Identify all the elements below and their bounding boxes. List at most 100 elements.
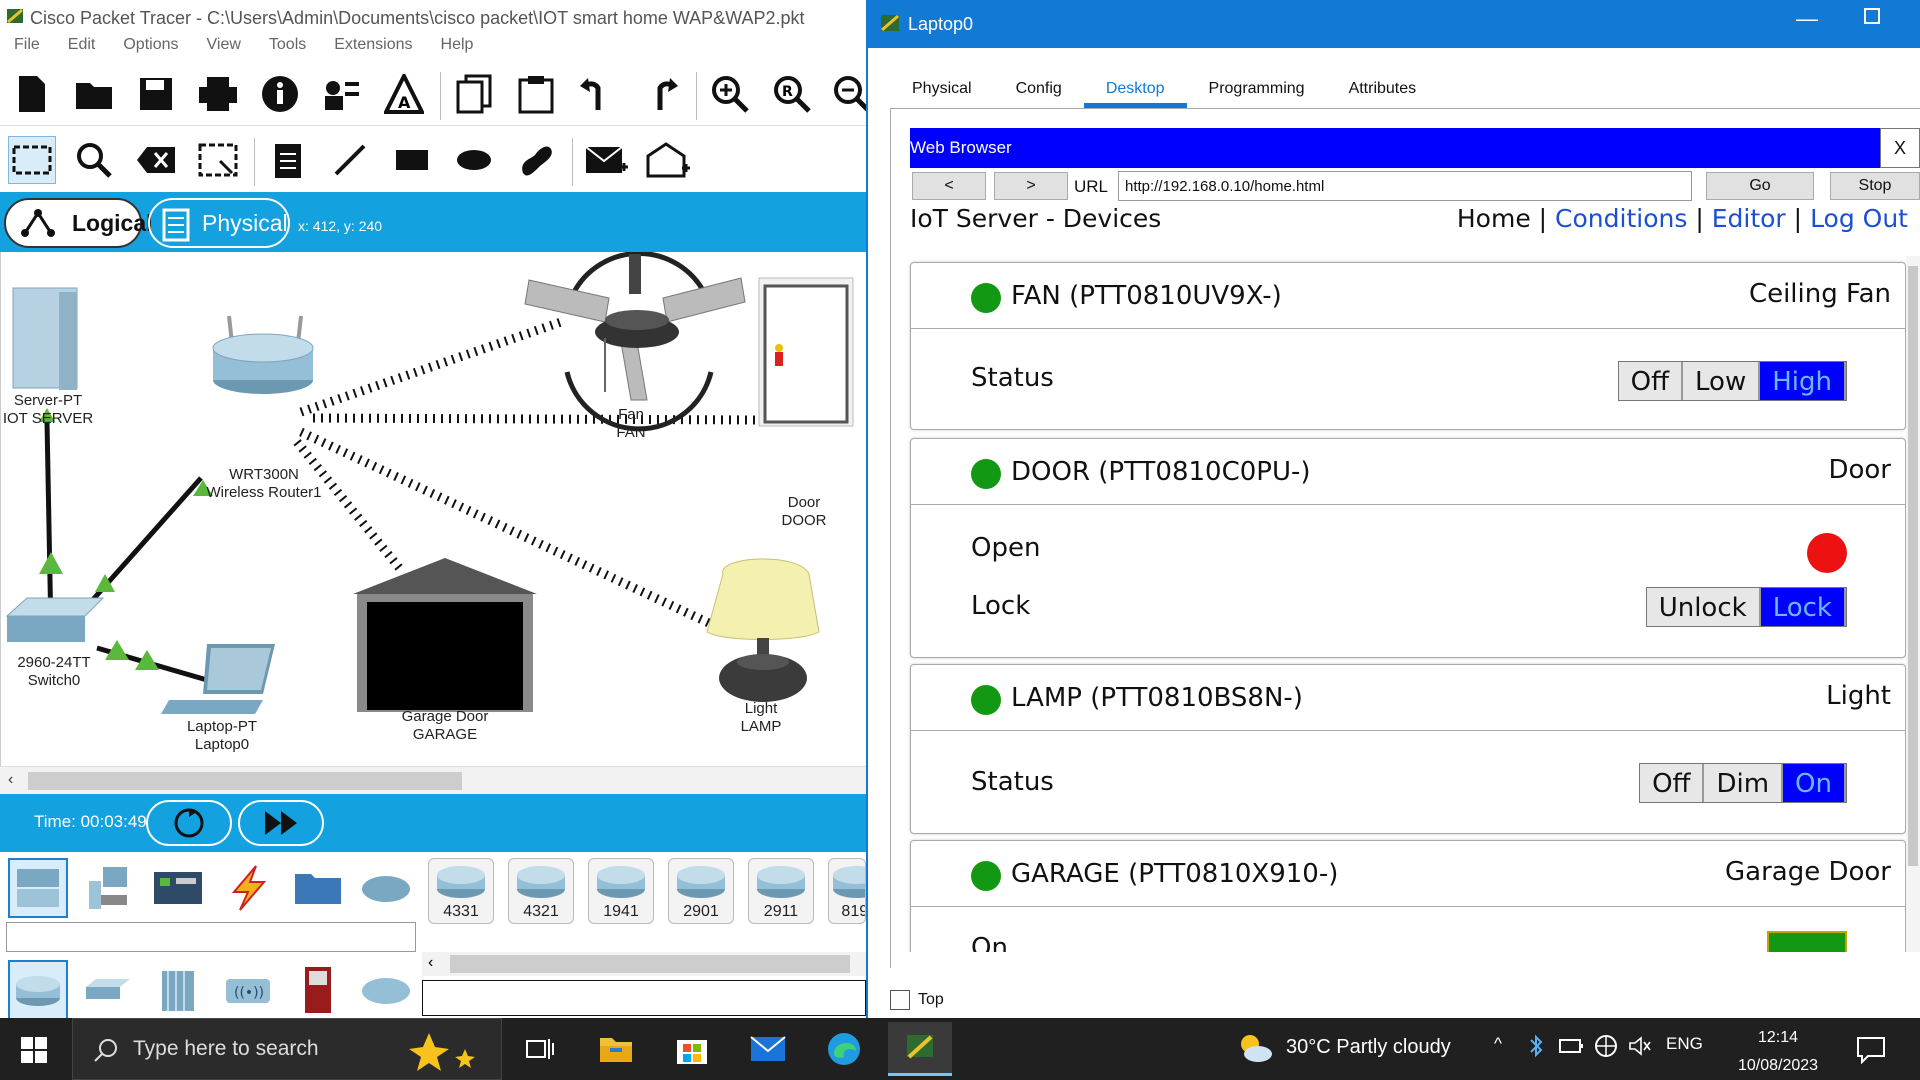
nav-conditions[interactable]: Conditions <box>1555 204 1687 233</box>
device-card-garage[interactable]: GARAGE (PTT0810X910-) Garage Door On <box>910 840 1906 952</box>
network-devices-category-icon[interactable] <box>8 858 68 918</box>
models-horizontal-scrollbar[interactable]: ‹ <box>422 952 866 976</box>
page-scrollbar-thumb[interactable] <box>1908 266 1918 866</box>
model-4331[interactable]: 4331 <box>428 858 494 924</box>
show-hidden-icons-chevron-up-icon[interactable]: ^ <box>1494 1034 1502 1054</box>
web-browser-close-button[interactable]: X <box>1880 128 1920 168</box>
models-scrollbar-thumb[interactable] <box>450 955 850 973</box>
minimize-icon[interactable]: — <box>1796 6 1818 32</box>
nav-home[interactable]: Home <box>1457 204 1531 233</box>
info-icon[interactable] <box>256 70 304 118</box>
fan-high-button[interactable]: High <box>1760 362 1846 400</box>
nav-logout[interactable]: Log Out <box>1810 204 1908 233</box>
task-view-icon[interactable] <box>508 1022 572 1076</box>
tab-programming[interactable]: Programming <box>1187 74 1327 108</box>
lamp-dim-button[interactable]: Dim <box>1704 764 1784 802</box>
model-2911[interactable]: 2911 <box>748 858 814 924</box>
fast-forward-time-button[interactable] <box>238 800 324 846</box>
hubs-subcategory-icon[interactable] <box>148 960 208 1020</box>
packet-tracer-taskbar-icon[interactable] <box>888 1022 952 1076</box>
inspect-icon[interactable] <box>70 136 118 184</box>
network-info-icon[interactable] <box>318 70 366 118</box>
menu-options[interactable]: Options <box>109 36 192 62</box>
tab-physical[interactable]: Physical <box>890 74 994 108</box>
draw-rectangle-icon[interactable] <box>388 136 436 184</box>
url-input[interactable] <box>1118 171 1692 201</box>
print-icon[interactable] <box>194 70 242 118</box>
new-file-icon[interactable] <box>8 70 56 118</box>
taskbar-search-box[interactable]: Type here to search <box>72 1018 502 1080</box>
physical-mode-button[interactable]: Physical <box>148 198 290 248</box>
scrollbar-thumb[interactable] <box>28 772 462 790</box>
miscellaneous-category-icon[interactable] <box>288 858 348 918</box>
tab-desktop[interactable]: Desktop <box>1083 74 1187 108</box>
start-button[interactable] <box>20 1036 48 1069</box>
back-button[interactable]: < <box>912 172 986 200</box>
logical-workspace[interactable]: Server-PT IOT SERVER WRT300N Wireless Rout… <box>0 252 868 766</box>
menu-tools[interactable]: Tools <box>255 36 320 62</box>
delete-icon[interactable] <box>132 136 180 184</box>
topology-canvas[interactable] <box>1 252 868 766</box>
multiuser-category-icon[interactable] <box>356 858 416 918</box>
device-card-fan[interactable]: FAN (PTT0810UV9X-) Ceiling Fan Status Of… <box>910 262 1906 430</box>
model-1941[interactable]: 1941 <box>588 858 654 924</box>
redo-icon[interactable] <box>636 70 684 118</box>
go-button[interactable]: Go <box>1706 172 1814 200</box>
add-simple-pdu-icon[interactable] <box>582 136 630 184</box>
always-on-top-checkbox[interactable] <box>890 990 910 1010</box>
freeform-icon[interactable] <box>512 136 560 184</box>
microsoft-store-icon[interactable] <box>660 1022 724 1076</box>
routers-subcategory-icon[interactable] <box>8 960 68 1020</box>
workspace-horizontal-scrollbar[interactable]: ‹ <box>0 766 868 794</box>
logical-mode-button[interactable]: Logical <box>4 198 153 248</box>
lamp-on-button[interactable]: On <box>1783 764 1846 802</box>
nav-editor[interactable]: Editor <box>1712 204 1786 233</box>
device-category-field[interactable] <box>6 922 416 952</box>
wireless-devices-subcategory-icon[interactable]: ((•)) <box>218 960 278 1020</box>
garage-on-toggle[interactable] <box>1767 931 1847 952</box>
device-card-door[interactable]: DOOR (PTT0810C0PU-) Door Open Lock Unloc… <box>910 438 1906 658</box>
model-4321[interactable]: 4321 <box>508 858 574 924</box>
models-scroll-left-icon[interactable]: ‹ <box>428 954 433 972</box>
edge-browser-icon[interactable] <box>812 1022 876 1076</box>
notifications-icon[interactable] <box>1856 1034 1886 1069</box>
fan-off-button[interactable]: Off <box>1618 362 1684 400</box>
switches-subcategory-icon[interactable] <box>78 960 138 1020</box>
draw-line-icon[interactable] <box>326 136 374 184</box>
menu-view[interactable]: View <box>193 36 255 62</box>
menu-extensions[interactable]: Extensions <box>320 36 426 62</box>
unlock-button[interactable]: Unlock <box>1646 588 1761 626</box>
menu-edit[interactable]: Edit <box>54 36 110 62</box>
fan-low-button[interactable]: Low <box>1683 362 1761 400</box>
security-subcategory-icon[interactable] <box>288 960 348 1020</box>
open-folder-icon[interactable] <box>70 70 118 118</box>
wan-emulation-subcategory-icon[interactable] <box>356 960 416 1020</box>
add-complex-pdu-icon[interactable] <box>644 136 692 184</box>
mail-icon[interactable] <box>736 1022 800 1076</box>
lock-button[interactable]: Lock <box>1760 588 1846 626</box>
menu-file[interactable]: File <box>0 36 54 62</box>
model-2901[interactable]: 2901 <box>668 858 734 924</box>
select-tool-icon[interactable] <box>8 136 56 184</box>
forward-button[interactable]: > <box>994 172 1068 200</box>
end-devices-category-icon[interactable] <box>78 858 138 918</box>
file-explorer-icon[interactable] <box>584 1022 648 1076</box>
paste-icon[interactable] <box>512 70 560 118</box>
power-cycle-devices-button[interactable] <box>146 800 232 846</box>
model-819[interactable]: 819I <box>828 858 866 924</box>
battery-icon[interactable] <box>1558 1036 1584 1056</box>
maximize-icon[interactable] <box>1864 8 1880 24</box>
weather-widget[interactable]: 30°C Partly cloudy <box>1236 1035 1451 1062</box>
copy-icon[interactable] <box>450 70 498 118</box>
lamp-off-button[interactable]: Off <box>1640 764 1705 802</box>
components-category-icon[interactable] <box>148 858 208 918</box>
draw-ellipse-icon[interactable] <box>450 136 498 184</box>
bluetooth-icon[interactable] <box>1528 1034 1544 1058</box>
device-card-lamp[interactable]: LAMP (PTT0810BS8N-) Light Status Off Dim… <box>910 664 1906 834</box>
page-vertical-scrollbar[interactable] <box>1906 256 1920 952</box>
zoom-in-icon[interactable] <box>706 70 754 118</box>
input-language[interactable]: ENG <box>1666 1034 1703 1054</box>
scroll-left-icon[interactable]: ‹ <box>8 771 13 789</box>
activity-wizard-icon[interactable]: A <box>380 70 428 118</box>
volume-muted-icon[interactable] <box>1628 1036 1652 1056</box>
